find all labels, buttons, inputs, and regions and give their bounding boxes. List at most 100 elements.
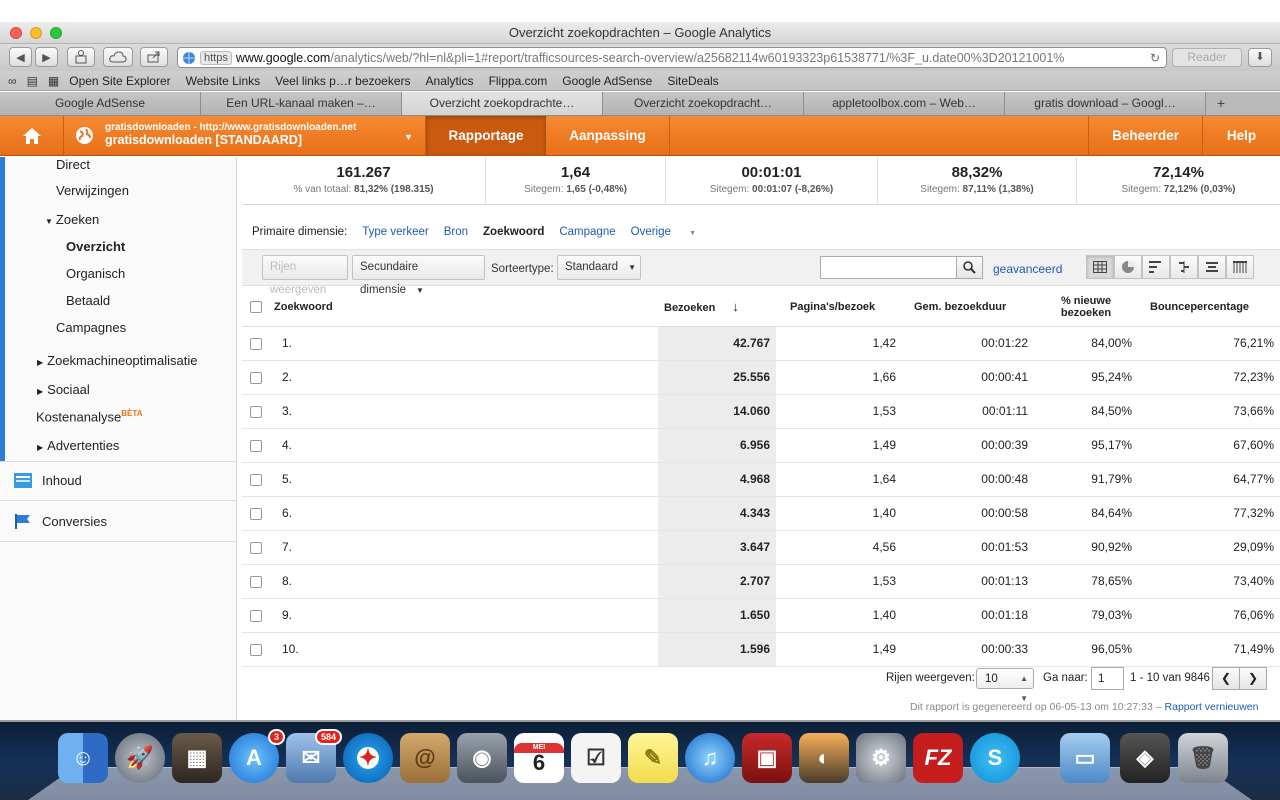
sidebar-item-cost-analysis[interactable]: KostenanalyseBÈTA (36, 409, 142, 424)
photo-booth-icon[interactable]: ▣ (742, 733, 792, 783)
stack-image-icon[interactable]: ◈ (1120, 733, 1170, 783)
view-term-cloud-button[interactable] (1198, 255, 1226, 279)
bookmark-item[interactable]: Google AdSense (562, 74, 652, 88)
sort-type-dropdown[interactable]: Standaard ▼ (557, 255, 641, 280)
new-tab-icon[interactable]: + (1206, 92, 1236, 115)
keyword-cell[interactable]: 4. (268, 428, 658, 463)
table-row[interactable]: 6. 4.343 1,40 00:00:58 84,64% 77,32% (242, 496, 1280, 531)
keyword-cell[interactable]: 10. (268, 632, 658, 667)
row-checkbox[interactable] (250, 337, 262, 350)
table-row[interactable]: 9. 1.650 1,40 00:01:18 79,03% 76,06% (242, 598, 1280, 633)
sidebar-item-seo[interactable]: ▶ Zoekmachineoptimalisatie (37, 353, 197, 368)
contacts-icon[interactable]: @ (400, 733, 450, 783)
search-button[interactable] (956, 256, 983, 279)
next-page-button[interactable]: ❯ (1239, 667, 1267, 690)
bookmark-item[interactable]: Analytics (426, 74, 474, 88)
row-checkbox[interactable] (250, 405, 262, 418)
advanced-filter-link[interactable]: geavanceerd (993, 262, 1062, 276)
iphoto-icon[interactable]: ◐ (799, 733, 849, 783)
top-sites-grid-icon[interactable]: ▦ (48, 74, 59, 88)
reminders-icon[interactable]: ☑ (571, 733, 621, 783)
keyword-cell[interactable]: 2. (268, 360, 658, 395)
row-checkbox[interactable] (250, 507, 262, 520)
table-search-input[interactable] (820, 256, 957, 279)
reading-list-icon[interactable]: ∞ (8, 74, 17, 88)
mail-icon[interactable]: ✉ 584 (286, 729, 342, 783)
bookmark-item[interactable]: Open Site Explorer (69, 74, 170, 88)
trash-icon[interactable]: 🗑 (1178, 733, 1228, 783)
launchpad-icon[interactable]: 🚀 (115, 733, 165, 783)
sidebar-item-conversions[interactable]: Conversies (14, 514, 107, 529)
bookmark-item[interactable]: SiteDeals (667, 74, 718, 88)
view-pivot-button[interactable] (1226, 255, 1254, 279)
goto-page-input[interactable]: 1 (1091, 667, 1124, 690)
icloud-tabs-button[interactable] (103, 47, 133, 67)
table-row[interactable]: 8. 2.707 1,53 00:01:13 78,65% 73,40% (242, 564, 1280, 599)
column-header-bounce-rate[interactable]: Bouncepercentage (1138, 288, 1280, 327)
sidebar-item-referrals[interactable]: Verwijzingen (56, 183, 129, 198)
account-selector[interactable]: gratisdownloaden - http://www.gratisdown… (64, 116, 426, 156)
notes-icon[interactable]: ✎ (628, 733, 678, 783)
row-checkbox[interactable] (250, 541, 262, 554)
browser-tab[interactable]: Google AdSense (0, 92, 201, 115)
sidebar-item-social[interactable]: ▶ Sociaal (37, 382, 90, 397)
keyword-cell[interactable]: 1. (268, 326, 658, 361)
table-row[interactable]: 7. 3.647 4,56 00:01:53 90,92% 29,09% (242, 530, 1280, 565)
admin-link[interactable]: Beheerder (1088, 116, 1202, 156)
column-header-new-visits[interactable]: % nieuwe bezoeken (1034, 288, 1138, 327)
itunes-icon[interactable]: ♫ (685, 733, 735, 783)
select-all-checkbox[interactable] (250, 300, 262, 313)
secondary-dimension-dropdown[interactable]: Secundaire dimensie ▼ (352, 255, 485, 296)
column-header-pages-per-visit[interactable]: Pagina's/bezoek (776, 288, 902, 327)
row-checkbox[interactable] (250, 575, 262, 588)
keyword-cell[interactable]: 3. (268, 394, 658, 429)
help-link[interactable]: Help (1202, 116, 1280, 156)
tab-customization[interactable]: Aanpassing (546, 116, 670, 156)
applications-folder-icon[interactable]: ▭ (1060, 733, 1110, 783)
filezilla-icon[interactable]: FZ (913, 733, 963, 783)
keyword-cell[interactable]: 9. (268, 598, 658, 633)
row-checkbox[interactable] (250, 609, 262, 622)
keyword-cell[interactable]: 5. (268, 462, 658, 497)
prev-page-button[interactable]: ❮ (1212, 667, 1240, 690)
bookmark-item[interactable]: Website Links (186, 74, 260, 88)
facetime-icon[interactable]: ◉ (457, 733, 507, 783)
reader-button[interactable]: Reader (1172, 48, 1242, 67)
tab-reporting[interactable]: Rapportage (426, 116, 546, 156)
refresh-report-link[interactable]: Rapport vernieuwen (1165, 701, 1259, 713)
sidebar-item-organic[interactable]: Organisch (66, 266, 125, 281)
forward-button[interactable]: ▶ (35, 47, 58, 67)
table-row[interactable]: 1. 42.767 1,42 00:01:22 84,00% 76,21% (242, 326, 1280, 361)
downloads-button[interactable]: ⬇ (1248, 48, 1272, 67)
view-pie-button[interactable] (1114, 255, 1142, 279)
sidebar-item-direct[interactable]: Direct (56, 157, 90, 172)
bookmarks-book-icon[interactable]: ▤ (27, 74, 38, 88)
mission-control-icon[interactable]: ▦ (172, 733, 222, 783)
view-comparison-button[interactable] (1170, 255, 1198, 279)
browser-tab[interactable]: appletoolbox.com – Web… (804, 92, 1005, 115)
bookmark-item[interactable]: Flippa.com (489, 74, 548, 88)
column-header-keyword[interactable]: Zoekwoord (268, 288, 658, 327)
keyword-cell[interactable]: 6. (268, 496, 658, 531)
table-row[interactable]: 10. 1.596 1,49 00:00:33 96,05% 71,49% (242, 632, 1280, 667)
reload-icon[interactable]: ↻ (1150, 51, 1160, 65)
system-preferences-icon[interactable]: ⚙ (856, 733, 906, 783)
finder-icon[interactable]: ☺ (58, 733, 108, 783)
dimension-other[interactable]: Overige ▼ (631, 226, 711, 238)
plot-rows-button[interactable]: Rijen weergeven (262, 255, 348, 296)
bookmark-item[interactable]: Veel links p…r bezoekers (275, 74, 410, 88)
skype-icon[interactable]: S (970, 733, 1020, 783)
dimension-keyword[interactable]: Zoekwoord (483, 226, 544, 238)
keyword-cell[interactable]: 8. (268, 564, 658, 599)
browser-tab-active[interactable]: Overzicht zoekopdrachte… (402, 92, 603, 115)
share-button[interactable] (140, 47, 168, 67)
rows-per-page-select[interactable]: 10 ▲ ▼ (976, 668, 1034, 703)
column-header-avg-duration[interactable]: Gem. bezoekduur (902, 288, 1034, 327)
home-button[interactable] (0, 116, 64, 156)
table-row[interactable]: 2. 25.556 1,66 00:00:41 95,24% 72,23% (242, 360, 1280, 395)
back-button[interactable]: ◀ (9, 47, 32, 67)
table-row[interactable]: 3. 14.060 1,53 00:01:11 84,50% 73,66% (242, 394, 1280, 429)
sidebar-item-overview[interactable]: Overzicht (66, 239, 125, 254)
dimension-source[interactable]: Bron (444, 226, 468, 238)
browser-tab[interactable]: Overzicht zoekopdracht… (603, 92, 804, 115)
